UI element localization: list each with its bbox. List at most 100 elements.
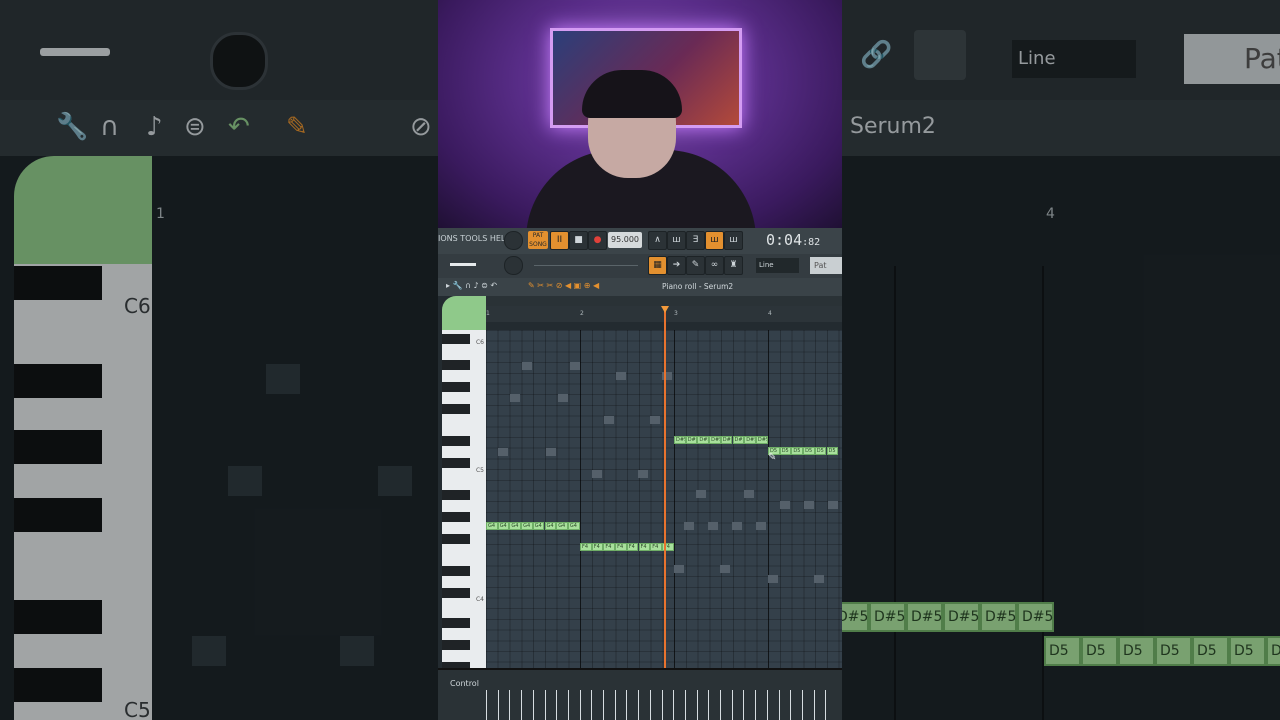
metronome-icon[interactable]: ∧	[648, 231, 667, 250]
note-ds5[interactable]: D#5	[732, 436, 745, 444]
note-ds5[interactable]: D#5	[685, 436, 698, 444]
velocity-bar[interactable]	[696, 690, 698, 720]
velocity-bar[interactable]	[801, 690, 803, 720]
note-g4[interactable]: G4	[497, 522, 510, 530]
velocity-bar[interactable]	[720, 690, 721, 720]
note-f4[interactable]: F4	[591, 543, 604, 551]
note-f4[interactable]: F4	[626, 543, 639, 551]
typing-keyboard-icon[interactable]: ▦	[648, 256, 667, 275]
velocity-bar[interactable]	[486, 690, 487, 720]
velocity-bar[interactable]	[532, 690, 534, 720]
ghost-note	[558, 394, 568, 402]
ghost-note	[674, 565, 684, 573]
velocity-bar[interactable]	[497, 690, 499, 720]
pitch-slider[interactable]	[534, 265, 638, 266]
piano-keyboard[interactable]: C6 C5 C4	[442, 330, 486, 668]
menu-bar[interactable]: IONS TOOLS HELP	[438, 234, 510, 243]
snap-arrow-icon[interactable]: ➔	[667, 256, 686, 275]
note-g4[interactable]: G4	[509, 522, 522, 530]
scroll-bar[interactable]	[486, 296, 842, 306]
velocity-bar[interactable]	[778, 690, 780, 720]
note-g4[interactable]: G4	[544, 522, 557, 530]
note-ds5[interactable]: D#5	[674, 436, 686, 444]
pat-song-toggle[interactable]: PAT SONG	[528, 231, 548, 249]
draw-tools-icons[interactable]: ✎ ✂ ✂ ⊘ ◀ ▣ ⊕ ◀	[528, 281, 599, 290]
velocity-bar[interactable]	[673, 690, 675, 720]
velocity-bar[interactable]	[766, 690, 768, 720]
note-ds5[interactable]: D#5	[755, 436, 768, 444]
master-volume-slider[interactable]	[450, 263, 476, 266]
velocity-bar[interactable]	[591, 690, 593, 720]
note-f4[interactable]: F4	[603, 543, 616, 551]
pencil-tool-icon[interactable]: ✎	[686, 256, 705, 275]
control-label[interactable]: Control	[450, 679, 479, 688]
pitch-knob[interactable]	[504, 256, 523, 275]
pause-button[interactable]: II	[550, 231, 569, 250]
piano-roll-tools-icons[interactable]: ▸ 🔧 ∩ ♪ ⊜ ↶	[446, 281, 497, 290]
note-ds5[interactable]: D#5	[744, 436, 756, 444]
piano-roll-toolbar: ▸ 🔧 ∩ ♪ ⊜ ↶ ✎ ✂ ✂ ⊘ ◀ ▣ ⊕ ◀ Piano roll -…	[438, 278, 842, 296]
ghost-note	[522, 362, 532, 370]
note-ds5[interactable]: D#5	[720, 436, 733, 444]
velocity-bar[interactable]	[556, 690, 558, 720]
note-d5[interactable]: D5	[803, 447, 815, 455]
target-control-tab[interactable]	[442, 296, 486, 330]
note-f4[interactable]: F4	[615, 543, 627, 551]
note-ds5[interactable]: D#5	[709, 436, 721, 444]
snap-select[interactable]: Line	[756, 258, 799, 273]
wait-icon[interactable]: ш	[667, 231, 686, 250]
velocity-bar[interactable]	[813, 690, 815, 720]
ghost-note	[708, 522, 718, 530]
ghost-note	[732, 522, 742, 530]
velocity-bar[interactable]	[649, 690, 651, 720]
velocity-bar[interactable]	[684, 690, 686, 720]
note-g4[interactable]: G4	[567, 522, 580, 530]
countdown-icon[interactable]: ∃	[686, 231, 705, 250]
stop-button[interactable]: ■	[569, 231, 588, 250]
note-g4[interactable]: G4	[556, 522, 568, 530]
note-d5[interactable]: D5	[814, 447, 827, 455]
velocity-bar[interactable]	[661, 690, 663, 720]
note-d5[interactable]: D5	[826, 447, 839, 455]
velocity-bar[interactable]	[521, 690, 523, 720]
note-f4[interactable]: F4	[580, 543, 592, 551]
velocity-bar[interactable]	[579, 690, 581, 720]
step-edit-icon[interactable]: ш	[705, 231, 724, 250]
velocity-bar[interactable]	[708, 690, 710, 720]
tempo-display[interactable]: 95.000	[608, 232, 642, 248]
loop-record-icon[interactable]: ш	[724, 231, 743, 250]
master-knob[interactable]	[504, 231, 523, 250]
note-f4[interactable]: F4	[650, 543, 662, 551]
velocity-bar[interactable]	[626, 690, 628, 720]
note-d5[interactable]: D5	[779, 447, 792, 455]
velocity-bar[interactable]	[731, 690, 733, 720]
velocity-bar[interactable]	[614, 690, 616, 720]
velocity-bar[interactable]	[638, 690, 640, 720]
velocity-bar[interactable]	[509, 690, 511, 720]
note-d5[interactable]: D5	[791, 447, 804, 455]
bar-2: 2	[580, 310, 584, 317]
note-g4[interactable]: G4	[521, 522, 533, 530]
note-g4[interactable]: G4	[532, 522, 545, 530]
control-lane[interactable]: Control	[438, 668, 842, 720]
note-g4[interactable]: G4	[486, 522, 498, 530]
velocity-bar[interactable]	[825, 690, 827, 720]
pattern-select[interactable]: Pat	[810, 257, 842, 274]
record-button[interactable]: ●	[588, 231, 607, 250]
transport-toolbar: IONS TOOLS HELP PAT SONG II ■ ● 95.000 ∧ …	[438, 228, 842, 255]
playhead-marker[interactable]	[661, 306, 669, 313]
velocity-bar[interactable]	[544, 690, 546, 720]
velocity-bar[interactable]	[755, 690, 757, 720]
note-f4[interactable]: F4	[638, 543, 651, 551]
playhead[interactable]	[664, 306, 666, 720]
webcam-feed	[438, 0, 842, 228]
ghost-note	[604, 416, 614, 424]
velocity-bar[interactable]	[743, 690, 745, 720]
velocity-bar[interactable]	[603, 690, 604, 720]
plugin-icon[interactable]: ♜	[724, 256, 743, 275]
velocity-bar[interactable]	[567, 690, 569, 720]
link-icon-small[interactable]: ∞	[705, 256, 724, 275]
velocity-bar[interactable]	[790, 690, 792, 720]
note-ds5[interactable]: D#5	[697, 436, 710, 444]
ghost-note	[498, 448, 508, 456]
